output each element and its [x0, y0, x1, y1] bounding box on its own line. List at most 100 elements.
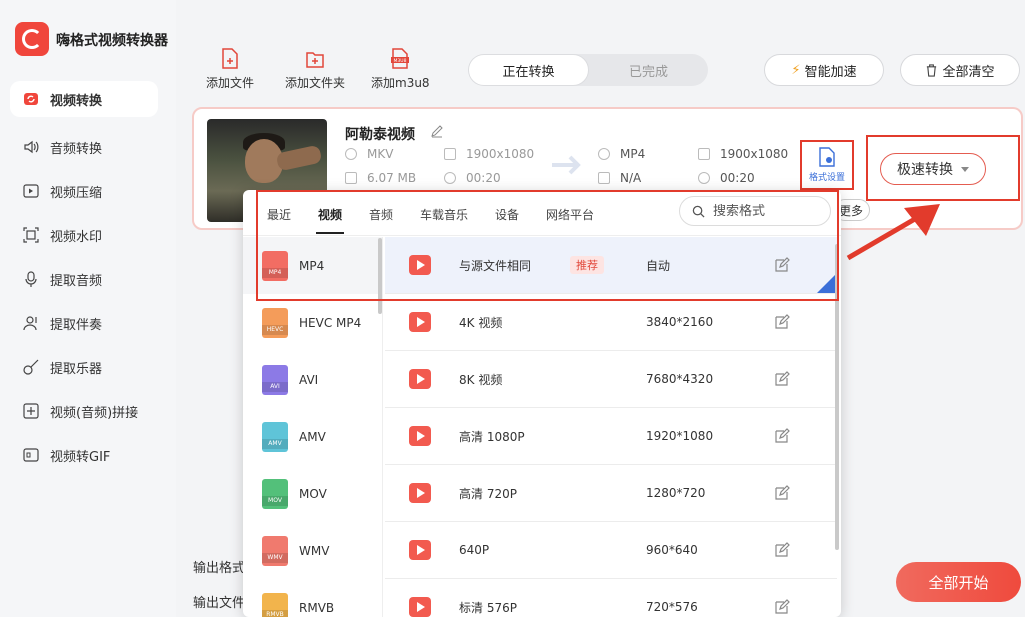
selected-check-icon [817, 273, 837, 293]
format-item[interactable]: HEVC HEVC MP4 [243, 294, 382, 351]
dst-format-value: MP4 [620, 147, 646, 161]
format-badge: AVI [262, 381, 288, 392]
format-settings-button[interactable]: 格式设置 [800, 140, 854, 190]
preset-name: 高清 720P [459, 486, 517, 501]
format-item[interactable]: AVI AVI [243, 351, 382, 408]
merge-icon [22, 402, 40, 420]
sidebar-nav: 视频转换 音频转换 视频压缩 视频水印 提取音频 提取伴奏 提取乐器 视频(音频… [10, 81, 158, 477]
edit-preset-icon[interactable] [774, 599, 790, 615]
format-badge: RMVB [262, 609, 288, 617]
format-badge: WMV [262, 552, 288, 563]
edit-preset-icon[interactable] [774, 485, 790, 501]
preset-row[interactable]: 高清 1080P 1920*1080 [385, 408, 837, 465]
recommended-badge: 推荐 [570, 256, 604, 274]
edit-preset-icon[interactable] [774, 314, 790, 330]
add-m3u8-label: 添加m3u8 [371, 76, 430, 90]
file-size-icon [598, 172, 610, 184]
add-folder-icon [306, 52, 324, 68]
status-tabs: 正在转换 已完成 [468, 54, 708, 86]
sidebar-item-video-watermark[interactable]: 视频水印 [10, 213, 158, 257]
format-settings-icon [819, 147, 835, 167]
add-folder-label: 添加文件夹 [285, 76, 346, 90]
preset-name: 高清 1080P [459, 429, 525, 444]
sidebar-item-label: 视频转换 [50, 93, 103, 109]
sidebar-item-label: 提取乐器 [50, 361, 103, 377]
preset-row[interactable]: 640P 960*640 [385, 522, 837, 579]
preset-name: 标清 576P [459, 600, 517, 615]
preset-row[interactable]: 高清 720P 1280*720 [385, 465, 837, 522]
edit-preset-icon[interactable] [774, 542, 790, 558]
preset-row[interactable]: 与源文件相同 推荐 自动 [385, 237, 837, 294]
smart-accel-button[interactable]: ⚡ 智能加速 [764, 54, 884, 86]
tab-car-music[interactable]: 车载音乐 [420, 206, 468, 223]
sidebar-item-extract-audio[interactable]: 提取音频 [10, 257, 158, 301]
tab-audio[interactable]: 音频 [369, 206, 393, 223]
sidebar-item-video-compress[interactable]: 视频压缩 [10, 169, 158, 213]
video-play-icon [409, 483, 431, 503]
dst-size: N/A [598, 171, 641, 185]
format-file-icon: WMV [262, 535, 288, 566]
video-compress-icon [22, 182, 40, 200]
format-badge: MOV [262, 495, 288, 506]
add-file-button[interactable]: 添加文件 [206, 48, 254, 91]
rename-icon[interactable] [430, 124, 444, 138]
edit-preset-icon[interactable] [774, 371, 790, 387]
tab-done[interactable]: 已完成 [589, 54, 708, 86]
preset-name: 4K 视频 [459, 315, 503, 330]
tab-device[interactable]: 设备 [495, 206, 519, 223]
speed-convert-label: 极速转换 [897, 162, 953, 178]
tab-recent[interactable]: 最近 [267, 206, 291, 223]
edit-preset-icon[interactable] [774, 428, 790, 444]
sidebar-item-video-convert[interactable]: 视频转换 [10, 81, 158, 117]
format-item[interactable]: AMV AMV [243, 408, 382, 465]
clear-all-button[interactable]: 全部清空 [900, 54, 1020, 86]
preset-row[interactable]: 8K 视频 7680*4320 [385, 351, 837, 408]
src-size-value: 6.07 MB [367, 171, 417, 185]
sidebar-item-extract-instrument[interactable]: 提取乐器 [10, 345, 158, 389]
sidebar-item-label: 提取伴奏 [50, 317, 103, 333]
search-icon [692, 205, 705, 218]
format-settings-label: 格式设置 [808, 173, 845, 183]
sidebar-item-audio-convert[interactable]: 音频转换 [10, 125, 158, 169]
sidebar: 嗨格式视频转换器 视频转换 音频转换 视频压缩 视频水印 提取音频 提取伴奏 提… [0, 0, 176, 617]
sidebar-item-merge[interactable]: 视频(音频)拼接 [10, 389, 158, 433]
tab-web-platform[interactable]: 网络平台 [546, 206, 594, 223]
format-list-scrollbar[interactable] [378, 238, 382, 314]
dst-duration-value: 00:20 [720, 171, 755, 185]
dst-format: MP4 [598, 147, 645, 161]
tab-converting[interactable]: 正在转换 [468, 54, 589, 86]
add-file-icon [222, 48, 238, 69]
format-item[interactable]: RMVB RMVB [243, 579, 382, 617]
format-file-icon: MOV [262, 478, 288, 509]
video-play-icon [409, 426, 431, 446]
output-format-label: 输出格式 [193, 561, 246, 576]
format-popup: 最近 视频 音频 车载音乐 设备 网络平台 MP4 MP4 HEVC HEVC MP4… [243, 190, 841, 617]
format-search[interactable] [679, 196, 831, 226]
preset-resolution: 1920*1080 [646, 429, 714, 443]
format-item[interactable]: MOV MOV [243, 465, 382, 522]
format-item[interactable]: MP4 MP4 [243, 237, 382, 294]
file-name: 阿勒泰视频 [345, 127, 415, 143]
edit-preset-icon[interactable] [774, 257, 790, 273]
sidebar-item-label: 音频转换 [50, 141, 103, 157]
speed-convert-button[interactable]: 极速转换 [880, 153, 986, 185]
add-file-label: 添加文件 [206, 76, 255, 90]
resolution-icon [444, 148, 456, 160]
format-item[interactable]: WMV WMV [243, 522, 382, 579]
format-search-input[interactable] [713, 203, 823, 219]
format-label: MOV [299, 486, 327, 501]
preset-row[interactable]: 4K 视频 3840*2160 [385, 294, 837, 351]
preset-list-scrollbar[interactable] [835, 244, 839, 550]
preset-row[interactable]: 标清 576P 720*576 [385, 579, 837, 617]
trash-icon [927, 63, 937, 77]
tab-video[interactable]: 视频 [318, 206, 342, 223]
src-format-value: MKV [367, 147, 394, 161]
sidebar-item-extract-accompaniment[interactable]: 提取伴奏 [10, 301, 158, 345]
speed-convert-highlight: 极速转换 [866, 135, 1020, 201]
start-all-button[interactable]: 全部开始 [896, 562, 1021, 602]
add-folder-button[interactable]: 添加文件夹 [285, 48, 345, 91]
add-m3u8-button[interactable]: M3U8 添加m3u8 [371, 48, 430, 91]
file-size-icon [345, 172, 357, 184]
sidebar-item-video-to-gif[interactable]: 视频转GIF [10, 433, 158, 477]
format-tabs: 最近 视频 音频 车载音乐 设备 网络平台 [243, 190, 841, 236]
